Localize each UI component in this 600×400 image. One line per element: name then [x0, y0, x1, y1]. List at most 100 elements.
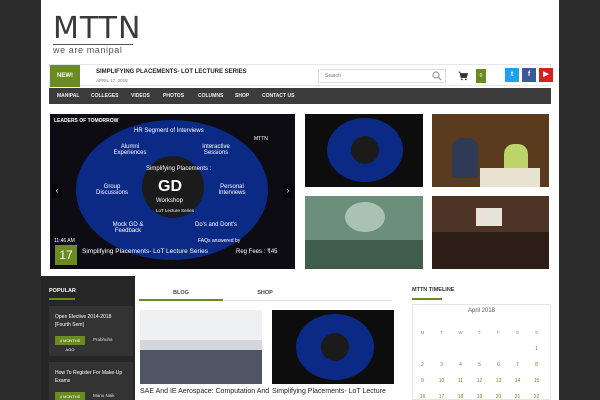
popular-title: POPULAR — [49, 288, 76, 294]
calendar-week-row: 2345678 — [413, 357, 550, 373]
tile-jungle-book[interactable] — [305, 196, 423, 269]
calendar-day[interactable]: 3 — [432, 357, 451, 373]
calendar-day[interactable]: 14 — [508, 373, 527, 389]
calendar-day[interactable]: 18 — [451, 389, 470, 400]
poster-heading: HR Segment of Interviews — [134, 128, 204, 134]
calendar-day[interactable]: 22 — [527, 389, 546, 400]
poster-label-interactive: Interactive Sessions — [202, 144, 230, 156]
weekday-label: T — [440, 330, 443, 335]
featured-hero-slide[interactable]: LEADERS OF TOMORROW MTTN HR Segment of I… — [50, 114, 295, 269]
nav-item-shop[interactable]: SHOP — [235, 88, 249, 104]
tile-crowd-photo[interactable] — [432, 196, 549, 269]
cart-count-badge[interactable]: 0 — [476, 69, 486, 83]
weekday-label: S — [534, 330, 538, 335]
popular-item-title[interactable]: Open Elective 2014-2018 [Fourth Sem] — [55, 313, 125, 329]
thumb-poster-disc — [321, 333, 349, 361]
nav-item-videos[interactable]: VIDEOS — [131, 88, 150, 104]
calendar-day[interactable]: 19 — [470, 389, 489, 400]
ticker-date: APRIL 17, 2018 — [96, 78, 128, 83]
calendar-day[interactable]: 8 — [527, 357, 546, 373]
post-title[interactable]: Simplifying Placements- LoT Lecture — [272, 388, 386, 395]
poster-reg-fees: Reg Fees : ₹45 — [236, 249, 278, 255]
tile-poster-disc — [351, 136, 379, 164]
photo-table — [480, 168, 540, 187]
poster-label-dos: Do's and Dont's — [195, 222, 237, 228]
calendar-day[interactable]: 5 — [470, 357, 489, 373]
search-icon[interactable] — [432, 71, 442, 81]
poster-series: LoT Lecture Series — [156, 208, 194, 213]
calendar-widget: April 2018 M T W T F S S 1 2 3 4 5 6 7 8 9 10 11 12… — [412, 304, 551, 400]
calendar-day[interactable]: 7 — [508, 357, 527, 373]
poster-label-pi: Personal Interviews — [218, 184, 246, 196]
calendar-weekdays: M T W T F S S — [413, 325, 550, 341]
calendar-day[interactable]: 9 — [413, 373, 432, 389]
post-title[interactable]: SAE And IE Aerospace: Computation And — [140, 388, 269, 395]
photo-ceiling — [140, 310, 262, 340]
poster-center-top: Simplifying Placements : — [146, 166, 212, 172]
logo-text: MTTN — [53, 11, 142, 46]
timeline-title: MTTN TIMELINE — [412, 287, 455, 293]
slider-prev-arrow[interactable]: ‹ — [52, 184, 62, 198]
calendar-day[interactable]: 17 — [432, 389, 451, 400]
calendar-day[interactable]: 21 — [508, 389, 527, 400]
nav-item-photos[interactable]: PHOTOS — [163, 88, 184, 104]
calendar-day[interactable]: 11 — [451, 373, 470, 389]
calendar-day[interactable]: 15 — [527, 373, 546, 389]
photo-desks — [140, 350, 262, 384]
facebook-icon[interactable]: f — [522, 68, 536, 82]
site-logo[interactable]: MTTN we are manipal — [53, 14, 140, 55]
slider-next-arrow[interactable]: › — [283, 184, 293, 198]
calendar-day[interactable]: 13 — [489, 373, 508, 389]
photo-banner — [476, 208, 502, 226]
tile-placements-poster[interactable] — [305, 114, 423, 187]
content-tabs: BLOG SHOP — [139, 285, 392, 301]
calendar-day[interactable]: 6 — [489, 357, 508, 373]
photo-mist — [345, 202, 385, 232]
logo-tagline: we are manipal — [53, 45, 123, 55]
tab-shop[interactable]: SHOP — [223, 285, 307, 301]
weekday-label: S — [515, 330, 519, 335]
twitter-icon[interactable]: t — [505, 68, 519, 82]
popular-widget: POPULAR Open Elective 2014-2018 [Fourth … — [41, 276, 135, 400]
photo-foliage — [305, 240, 423, 269]
calendar-day[interactable]: 1 — [527, 341, 546, 357]
post-thumbnail[interactable] — [272, 310, 394, 384]
calendar-day[interactable]: 10 — [432, 373, 451, 389]
hero-date-badge: 17 — [55, 245, 77, 265]
calendar-day[interactable]: 4 — [451, 357, 470, 373]
ticker-headline[interactable]: SIMPLIFYING PLACEMENTS- LOT LECTURE SERI… — [96, 69, 247, 75]
weekday-label: M — [420, 330, 425, 335]
tile-people-photo[interactable] — [432, 114, 549, 187]
brand-mttn: MTTN — [254, 136, 268, 142]
calendar-week-row: 16 17 18 19 20 21 22 — [413, 389, 550, 400]
poster-gd: GD — [158, 178, 182, 195]
calendar-day[interactable]: 12 — [470, 373, 489, 389]
poster-center-bottom: Workshop — [156, 198, 183, 204]
list-item[interactable]: How To Register For Make-Up Exams 4 MONT… — [49, 362, 133, 400]
calendar-day[interactable]: 16 — [413, 389, 432, 400]
tab-blog[interactable]: BLOG — [139, 285, 223, 301]
photo-crowd — [432, 232, 549, 269]
poster-label-mock: Mock GD & Feedback — [112, 222, 144, 234]
calendar-month: April 2018 — [467, 308, 496, 314]
post-thumbnail[interactable] — [140, 310, 262, 384]
nav-item-contact[interactable]: CONTACT US — [262, 88, 294, 104]
calendar-day[interactable]: 20 — [489, 389, 508, 400]
youtube-icon[interactable]: ▶ — [539, 68, 553, 82]
nav-item-columns[interactable]: COLUMNS — [198, 88, 223, 104]
weekday-label: T — [478, 330, 481, 335]
nav-item-manipal[interactable]: MANIPAL — [57, 88, 79, 104]
calendar-day[interactable]: 2 — [413, 357, 432, 373]
popular-item-title[interactable]: How To Register For Make-Up Exams — [55, 369, 125, 385]
hero-caption[interactable]: Simplifying Placements- LoT Lecture Seri… — [82, 248, 208, 255]
calendar-week-row: 9 10 11 12 13 14 15 — [413, 373, 550, 389]
popular-item-meta: 4 MONTHS AGO — [55, 392, 85, 400]
popular-item-author[interactable]: Manu Naik — [93, 393, 115, 398]
list-item[interactable]: Open Elective 2014-2018 [Fourth Sem] 4 M… — [49, 306, 133, 356]
nav-item-colleges[interactable]: COLLEGES — [91, 88, 119, 104]
photo-person — [452, 138, 478, 178]
search-input[interactable] — [318, 69, 446, 83]
page: MTTN we are manipal NEW! SIMPLIFYING PLA… — [41, 0, 559, 400]
popular-item-author[interactable]: Prabhuha — [93, 337, 113, 342]
cart-icon[interactable] — [458, 71, 468, 81]
